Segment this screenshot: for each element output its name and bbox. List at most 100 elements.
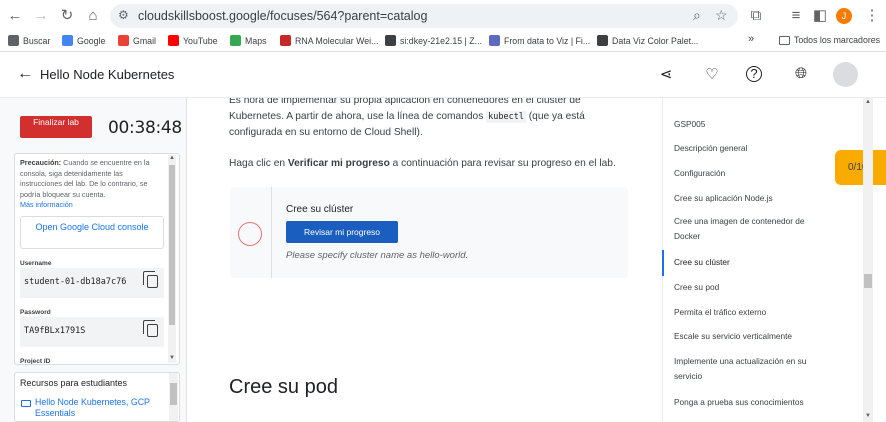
- student-resources-panel: Recursos para estudiantes Hello Node Kub…: [14, 372, 180, 422]
- bookmark-item[interactable]: si:dkey-21e2.15 | Z...: [385, 35, 482, 46]
- check-label: Cree su clúster: [286, 204, 354, 215]
- scroll-up-icon[interactable]: ▲: [865, 99, 871, 105]
- progress-check-card: Cree su clúster Revisar mi progreso Plea…: [230, 187, 628, 278]
- toc-active-indicator: [662, 250, 664, 276]
- bookmark-item[interactable]: Data Viz Color Palet...: [597, 35, 698, 46]
- instruction-paragraph: Es hora de implementar su propia aplicac…: [229, 98, 629, 141]
- bookmark-label: From data to Viz | Fi...: [504, 36, 591, 46]
- inline-code: kubectl: [486, 111, 526, 123]
- side-panel-icon[interactable]: ◧: [810, 6, 830, 26]
- resource-link[interactable]: Hello Node Kubernetes, GCP Essentials: [35, 397, 160, 419]
- toc-item[interactable]: GSP005: [674, 117, 819, 132]
- lab-header: ← Hello Node Kubernetes ⋖ ♡ ? 🌐︎: [0, 53, 886, 98]
- bookmark-item[interactable]: RNA Molecular Wei...: [280, 35, 378, 46]
- bookmark-favicon-icon: [597, 35, 608, 46]
- toc-item[interactable]: Ponga a prueba sus conocimientos: [674, 395, 819, 410]
- reload-icon[interactable]: ↻: [57, 6, 77, 26]
- instruction-paragraph: Haga clic en Verificar mi progreso a con…: [229, 156, 629, 172]
- video-icon: [21, 400, 31, 407]
- password-value: TA9fBLx1791S: [24, 326, 86, 336]
- toc-item[interactable]: Escale su servicio verticalmente: [674, 329, 819, 344]
- credentials-panel: Precaución: Cuando se encuentre en la co…: [14, 153, 180, 365]
- all-bookmarks-label: Todos los marcadores: [794, 35, 881, 45]
- paragraph-text: a continuación para revisar su progreso …: [389, 158, 616, 169]
- bookmark-favicon-icon: [8, 35, 19, 46]
- browser-toolbar: ← → ↻ ⌂ ⚙ cloudskillsboost.google/focuse…: [0, 0, 886, 32]
- open-console-button[interactable]: Open Google Cloud console: [20, 216, 164, 249]
- more-menu-icon[interactable]: ⋮: [862, 6, 882, 26]
- bookmark-item[interactable]: Maps: [230, 35, 267, 46]
- forward-arrow-icon[interactable]: →: [31, 6, 51, 26]
- bookmark-label: Gmail: [133, 36, 156, 46]
- extensions-icon[interactable]: ⧉: [746, 6, 766, 26]
- bookmark-favicon-icon: [230, 35, 241, 46]
- bookmark-favicon-icon: [489, 35, 500, 46]
- precaution-note: Precaución: Cuando se encuentre en la co…: [20, 158, 165, 211]
- back-arrow-icon[interactable]: ←: [5, 6, 25, 26]
- bookmark-label: Google: [77, 36, 106, 46]
- project-id-label: Project ID: [20, 358, 51, 365]
- back-arrow-icon[interactable]: ←: [17, 65, 33, 83]
- zoom-icon[interactable]: ⌕: [693, 7, 701, 24]
- scroll-up-icon[interactable]: ▲: [169, 155, 175, 161]
- bookmark-label: Data Viz Color Palet...: [612, 36, 699, 46]
- toc-item[interactable]: Implemente una actualización en su servi…: [674, 354, 819, 384]
- toc-scrollbar[interactable]: [863, 98, 873, 422]
- password-label: Password: [20, 309, 51, 316]
- paragraph-bold: Verificar mi progreso: [287, 158, 390, 169]
- bookmark-item[interactable]: Buscar: [8, 35, 50, 46]
- site-info-icon[interactable]: ⚙: [118, 8, 129, 22]
- finish-lab-button[interactable]: Finalizar lab: [20, 116, 92, 138]
- bookmark-label: si:dkey-21e2.15 | Z...: [400, 36, 482, 46]
- resources-title: Recursos para estudiantes: [20, 378, 128, 388]
- bookmark-favicon-icon: [62, 35, 73, 46]
- username-field[interactable]: student-01-db18a7c76: [20, 268, 164, 298]
- avatar[interactable]: [833, 62, 858, 87]
- scroll-down-icon[interactable]: ▼: [865, 413, 871, 419]
- profile-avatar[interactable]: J: [836, 8, 852, 24]
- share-icon[interactable]: ⋖: [656, 65, 676, 83]
- divider: [271, 187, 272, 278]
- toc-item[interactable]: Configuración: [674, 166, 819, 181]
- toc-item[interactable]: Cree una imagen de contenedor de Docker: [674, 214, 819, 244]
- address-bar[interactable]: ⚙ cloudskillsboost.google/focuses/564?pa…: [110, 4, 738, 28]
- home-icon[interactable]: ⌂: [83, 6, 103, 26]
- lab-instructions: Es hora de implementar su propia aplicac…: [188, 98, 662, 422]
- toc-item[interactable]: Cree su clúster: [674, 255, 819, 270]
- bookmark-item[interactable]: Gmail: [118, 35, 156, 46]
- toc-item[interactable]: Descripción general: [674, 141, 819, 156]
- resources-scrollbar[interactable]: [169, 373, 178, 421]
- language-globe-icon[interactable]: 🌐︎: [791, 65, 811, 82]
- bookmark-label: Buscar: [23, 36, 51, 46]
- credentials-scrollbar[interactable]: ▲ ▼: [168, 155, 176, 363]
- bookmark-favicon-icon: [280, 35, 291, 46]
- scroll-down-icon[interactable]: ▼: [169, 355, 175, 361]
- page-title: Hello Node Kubernetes: [40, 67, 175, 82]
- section-heading: Cree su pod: [229, 376, 338, 398]
- toc-scroll-thumb[interactable]: [864, 274, 872, 288]
- copy-icon[interactable]: [143, 320, 158, 337]
- username-label: Username: [20, 260, 52, 267]
- all-bookmarks-folder[interactable]: Todos los marcadores: [779, 35, 880, 45]
- toc-item[interactable]: Permita el tráfico externo: [674, 305, 819, 320]
- toc-item[interactable]: Cree su pod: [674, 280, 819, 295]
- bookmark-favicon-icon: [168, 35, 179, 46]
- precaution-bold: Precaución:: [20, 158, 62, 167]
- reading-list-icon[interactable]: ≡: [786, 6, 806, 26]
- more-info-link[interactable]: Más información: [20, 200, 73, 209]
- heart-icon[interactable]: ♡: [702, 65, 722, 83]
- toc-item[interactable]: Cree su aplicación Node.js: [674, 191, 819, 206]
- more-bookmarks-icon[interactable]: »: [748, 33, 754, 45]
- bookmark-label: YouTube: [183, 36, 218, 46]
- password-field[interactable]: TA9fBLx1791S: [20, 317, 164, 347]
- help-icon[interactable]: ?: [746, 66, 762, 82]
- check-status-icon: [238, 222, 262, 246]
- bookmark-item[interactable]: YouTube: [168, 35, 218, 46]
- bookmark-star-icon[interactable]: ☆: [715, 7, 728, 24]
- folder-icon: [779, 36, 790, 45]
- bookmark-item[interactable]: From data to Viz | Fi...: [489, 35, 590, 46]
- bookmark-item[interactable]: Google: [62, 35, 105, 46]
- check-progress-button[interactable]: Revisar mi progreso: [286, 221, 398, 243]
- copy-icon[interactable]: [143, 271, 158, 288]
- username-value: student-01-db18a7c76: [24, 277, 127, 287]
